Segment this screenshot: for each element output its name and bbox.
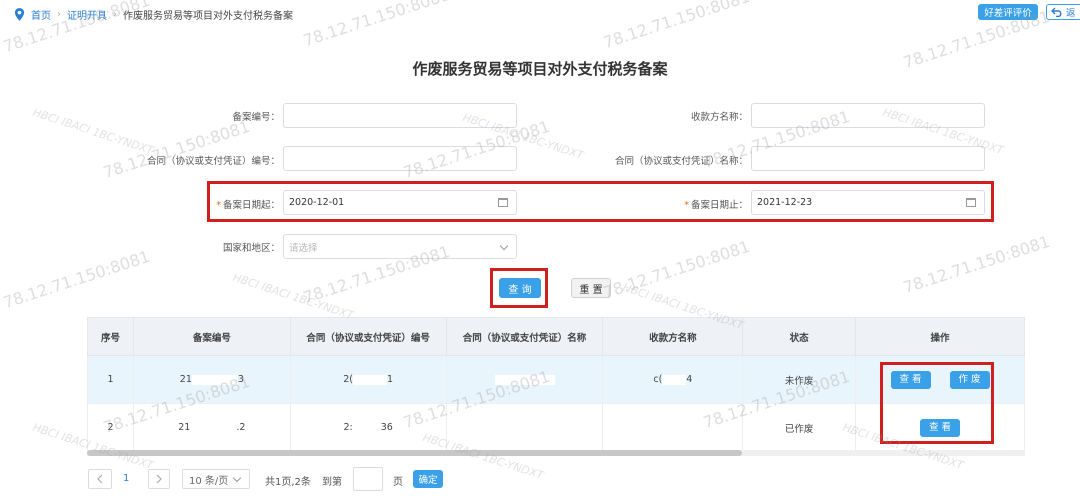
scrollbar-thumb[interactable] (87, 450, 742, 456)
country-placeholder: 请选择 (289, 242, 318, 254)
breadcrumb-home[interactable]: 首页 (31, 7, 51, 22)
contract-no-prefix: 2( (343, 374, 354, 385)
watermark: 78.12.71.150:8081 (100, 116, 253, 183)
breadcrumb-separator: › (113, 8, 117, 20)
contract-no-prefix: 2: (343, 422, 353, 433)
column-header: 操作 (855, 317, 1025, 356)
record-no-cell: 21.2 (132, 403, 291, 452)
record-no-suffix: 3 (237, 374, 244, 385)
payee-name-label: 收款方名称： (690, 112, 748, 123)
query-button-highlight (490, 268, 548, 308)
payee-suffix: 4 (686, 374, 693, 385)
contract-name-cell (445, 355, 604, 404)
column-header: 收款方名称 (602, 317, 744, 356)
chevron-down-icon (232, 473, 242, 483)
goto-label: 到第 (322, 477, 342, 488)
column-header: 序号 (87, 317, 134, 356)
row-index: 1 (87, 355, 134, 404)
record-no-cell: 21 3 (132, 355, 291, 404)
contract-no-input[interactable] (283, 146, 517, 171)
country-select[interactable]: 请选择 (283, 234, 517, 259)
breadcrumb: 首页 › 证明开具 › 作废服务贸易等项目对外支付税务备案 (14, 6, 293, 22)
status-cell: 未作废 (742, 355, 857, 404)
column-header: 状态 (742, 317, 857, 356)
contract-no-suffix: 1 (387, 374, 394, 385)
record-no-input[interactable] (283, 103, 517, 128)
chevron-right-icon (156, 474, 162, 484)
page-unit: 页 (393, 477, 403, 488)
watermark: 78.12.71.150:8081 (600, 0, 753, 53)
reset-button[interactable]: 重 置 (571, 278, 611, 298)
column-header: 合同（协议或支付凭证）名称 (445, 317, 604, 356)
watermark: 78.12.71.150:8081 (900, 231, 1053, 298)
redaction (353, 374, 388, 385)
record-no-prefix: 21 (179, 374, 192, 385)
redaction (352, 422, 381, 433)
page-summary: 共1页,2条 (265, 477, 311, 488)
return-arrow-icon (1051, 7, 1062, 17)
redaction (494, 374, 555, 385)
country-label: 国家和地区： (222, 243, 280, 254)
watermark: HBCI IBACI 1BC-YNDXT (231, 270, 355, 323)
page-title: 作废服务贸易等项目对外支付税务备案 (412, 60, 668, 78)
contract-no-label: 合同（协议或支付凭证）编号： (146, 156, 280, 167)
evaluate-button[interactable]: 好差评评价 (978, 4, 1038, 20)
contract-no-cell: 2: 36 (289, 403, 447, 452)
redaction (191, 374, 238, 385)
payee-name-input[interactable] (751, 103, 985, 128)
contract-no-suffix: 36 (380, 422, 393, 433)
row-index: 2 (87, 403, 134, 452)
contract-no-cell: 2( 1 (289, 355, 447, 404)
page-size-select[interactable]: 10 条/页 (182, 469, 250, 489)
payee-cell: c( 4 (602, 355, 744, 404)
actions-highlight (880, 362, 994, 444)
redaction (662, 374, 687, 385)
payee-prefix: c( (653, 374, 663, 385)
status-cell: 已作废 (742, 403, 857, 452)
chevron-down-icon (499, 241, 509, 251)
watermark: 78.12.71.150:8081 (300, 0, 453, 51)
current-page[interactable]: 1 (123, 473, 129, 484)
record-no-suffix: .2 (236, 422, 246, 433)
chevron-left-icon (97, 474, 103, 484)
goto-page-input[interactable] (353, 467, 383, 491)
breadcrumb-separator: › (57, 8, 61, 20)
column-header: 备案编号 (132, 317, 291, 356)
horizontal-scrollbar[interactable] (87, 450, 1025, 456)
breadcrumb-current: 作废服务贸易等项目对外支付税务备案 (123, 10, 293, 22)
record-no-label: 备案编号： (232, 112, 280, 123)
record-no-prefix: 21 (178, 422, 191, 433)
goto-confirm-button[interactable]: 确定 (413, 470, 443, 488)
contract-name-input[interactable] (751, 146, 985, 171)
back-button[interactable]: 返 (1046, 4, 1080, 20)
next-page-button[interactable] (148, 469, 170, 489)
page-size-value: 10 条/页 (189, 475, 229, 487)
prev-page-button[interactable] (88, 469, 112, 489)
contract-name-cell (445, 403, 604, 452)
breadcrumb-section[interactable]: 证明开具 (67, 7, 107, 22)
back-label: 返 (1066, 8, 1076, 19)
payee-cell (602, 403, 744, 452)
watermark: 78.12.71.150:8081 (600, 236, 753, 303)
date-range-highlight (207, 181, 994, 222)
table-header-row: 序号 备案编号 合同（协议或支付凭证）编号 合同（协议或支付凭证）名称 收款方名… (87, 317, 1025, 356)
watermark: HBCI IBACI 1BC-YNDXT (31, 105, 155, 158)
column-header: 合同（协议或支付凭证）编号 (289, 317, 447, 356)
watermark: 78.12.71.150:8081 (0, 246, 153, 313)
location-pin-icon (14, 7, 25, 21)
redaction (190, 422, 237, 433)
contract-name-label: 合同（协议或支付凭证）名称： (614, 156, 748, 167)
